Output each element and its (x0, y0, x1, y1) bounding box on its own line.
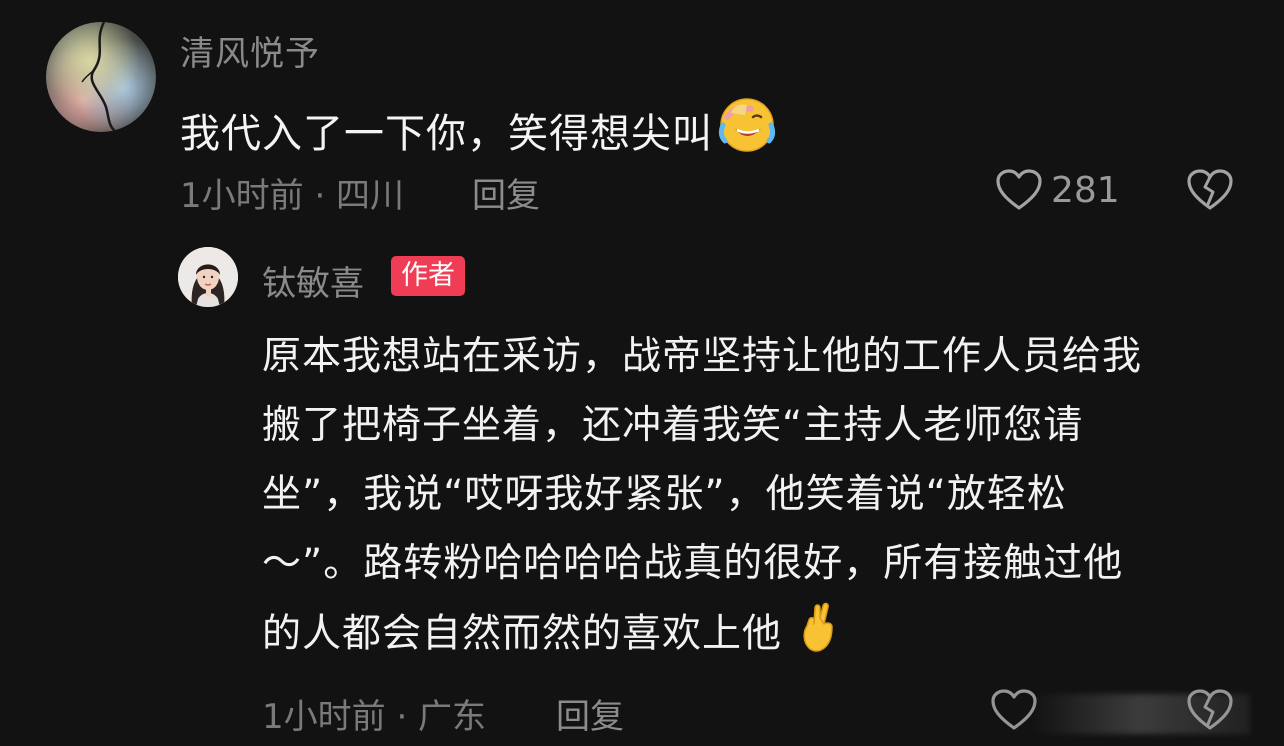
reply-body: 原本我想站在采访，战帝坚持让他的工作人员给我 搬了把椅子坐着，还冲着我笑“主持人… (262, 322, 1262, 674)
broken-heart-icon (1187, 689, 1233, 730)
person-portrait-icon (178, 247, 238, 307)
author-username[interactable]: 钛敏喜 (262, 256, 364, 305)
comment-text: 我代入了一下你，笑得想尖叫 (180, 95, 777, 165)
like-button[interactable]: 281 (995, 168, 1120, 212)
dislike-button[interactable] (1186, 688, 1234, 736)
comment-body: 我代入了一下你，笑得想尖叫 (180, 111, 713, 157)
reply-line-text: 的人都会自然而然的喜欢上他 (262, 611, 783, 657)
reply-button[interactable]: 回复 (472, 168, 540, 217)
reply-line: 原本我想站在采访，战帝坚持让他的工作人员给我 (262, 334, 1143, 379)
dislike-button[interactable] (1186, 168, 1234, 216)
avatar[interactable] (46, 22, 156, 132)
reply-button[interactable]: 回复 (556, 689, 624, 738)
avatar-art-icon (46, 22, 156, 132)
reply-line: 搬了把椅子坐着，还冲着我笑“主持人老师您请 (262, 403, 1084, 448)
comment-timestamp-location: 1小时前 · 四川 (180, 176, 405, 216)
laughing-crying-face-icon (717, 95, 777, 165)
crossed-fingers-icon (799, 598, 839, 674)
reply-line-last: 的人都会自然而然的喜欢上他 (262, 598, 1262, 674)
reply-line: 坐”，我说“哎呀我好紧张”，他笑着说“放轻松 (262, 472, 1067, 517)
reply-line: ～”。路转粉哈哈哈哈战真的很好，所有接触过他 (262, 541, 1124, 586)
author-badge: 作者 (391, 256, 465, 296)
heart-outline-icon (996, 169, 1042, 210)
like-count: 281 (1051, 169, 1120, 211)
comment-username[interactable]: 清风悦予 (180, 26, 320, 75)
reply-timestamp-location: 1小时前 · 广东 (262, 697, 487, 737)
comment-thread: 清风悦予 我代入了一下你，笑得想尖叫 1小时前 · 四川 回复 281 钛敏喜 … (0, 0, 1284, 746)
broken-heart-icon (1187, 169, 1233, 210)
author-avatar[interactable] (178, 247, 238, 307)
